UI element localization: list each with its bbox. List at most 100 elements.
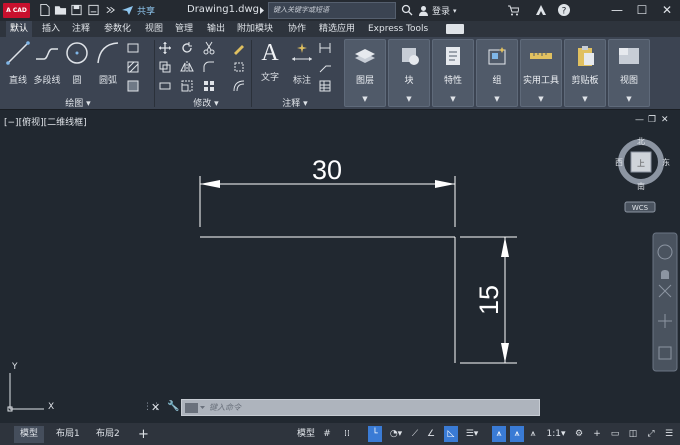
annotation-scale-icon[interactable]: ⩚ <box>526 426 540 442</box>
rotate-icon[interactable] <box>180 41 194 55</box>
layers-panel[interactable]: 图层 ▼ <box>344 39 386 107</box>
linear-dimension-icon[interactable] <box>318 41 332 55</box>
object-snap-icon[interactable]: ◺ <box>444 426 458 442</box>
minimize-button[interactable]: — <box>607 1 627 20</box>
properties-panel[interactable]: 特性 ▼ <box>432 39 474 107</box>
clipboard-panel[interactable]: 剪贴板 ▼ <box>564 39 606 107</box>
drawing-canvas[interactable]: [−][俯视][二维线框] — ❐ ✕ 30 15 Y X 上 北 南 西 东 … <box>0 111 680 423</box>
utilities-panel[interactable]: 实用工具 ▼ <box>520 39 562 107</box>
more-icon[interactable] <box>104 3 117 17</box>
pan-icon[interactable] <box>661 270 669 279</box>
move-icon[interactable] <box>158 41 172 55</box>
autodesk-icon[interactable] <box>535 4 547 16</box>
tab-parametric[interactable]: 参数化 <box>100 21 135 37</box>
add-layout-button[interactable]: + <box>132 426 155 443</box>
modify-panel-title[interactable]: 修改 ▾ <box>176 96 236 109</box>
tab-manage[interactable]: 管理 <box>171 21 197 37</box>
gradient-icon[interactable] <box>126 79 140 93</box>
object-snap-tracking-icon[interactable]: ∠ <box>424 426 438 442</box>
annotation-visibility-icon[interactable]: ⩚ <box>492 426 506 442</box>
leader-icon[interactable] <box>318 60 332 74</box>
settings-gear-icon[interactable]: ⚙ <box>572 426 586 442</box>
viewcube-east[interactable]: 东 <box>662 157 670 167</box>
login-button[interactable]: 登录 ▾ <box>418 0 457 21</box>
auto-scale-icon[interactable]: ⩚ <box>510 426 524 442</box>
close-button[interactable]: ✕ <box>657 1 677 20</box>
tab-home[interactable]: 默认 <box>6 21 33 37</box>
fullscreen-icon[interactable]: ⤢ <box>644 426 658 442</box>
cart-icon[interactable] <box>507 5 519 16</box>
tab-layout1[interactable]: 布局1 <box>50 426 86 443</box>
fillet-icon[interactable] <box>202 60 216 74</box>
customize-command-icon[interactable]: 🔧 <box>167 401 179 412</box>
groups-panel[interactable]: 组 ▼ <box>476 39 518 107</box>
tab-addins[interactable]: 附加模块 <box>233 21 277 37</box>
scale-selector[interactable]: 1:1▾ <box>544 426 568 442</box>
circle-button[interactable]: 圆 <box>63 39 91 86</box>
command-line-handle[interactable]: ⋮⋮ ✕ 🔧 <box>143 400 179 416</box>
trim-icon[interactable] <box>202 41 216 55</box>
hatch-icon[interactable] <box>126 60 140 74</box>
tab-output[interactable]: 输出 <box>203 21 229 37</box>
open-folder-icon[interactable] <box>54 3 67 17</box>
search-icon[interactable] <box>401 4 413 16</box>
new-file-icon[interactable] <box>38 3 51 17</box>
array-icon[interactable] <box>202 79 216 93</box>
tab-model[interactable]: 模型 <box>14 426 45 443</box>
tab-featured-apps[interactable]: 精选应用 <box>315 21 359 37</box>
polar-tracking-icon[interactable]: ◔▾ <box>386 426 406 442</box>
view-panel[interactable]: 视图 ▼ <box>608 39 650 107</box>
ortho-icon[interactable]: └ <box>368 426 382 442</box>
polyline-button[interactable]: 多段线 <box>32 39 62 86</box>
explode-icon[interactable] <box>232 60 246 74</box>
model-space-button[interactable]: 模型 <box>294 426 318 442</box>
search-input[interactable]: 键入关键字或短语 <box>268 2 396 19</box>
tab-insert[interactable]: 插入 <box>38 21 64 37</box>
mirror-icon[interactable] <box>180 60 194 74</box>
table-icon[interactable] <box>318 79 332 93</box>
save-icon[interactable] <box>70 3 83 17</box>
draw-panel-title[interactable]: 绘图 ▾ <box>48 96 108 109</box>
block-panel[interactable]: 块 ▼ <box>388 39 430 107</box>
close-command-icon[interactable]: ✕ <box>151 401 160 414</box>
maximize-button[interactable]: ☐ <box>632 1 652 20</box>
offset-icon[interactable] <box>232 79 246 93</box>
command-input[interactable]: 键入命令 <box>181 399 540 416</box>
arc-button[interactable]: 圆弧 <box>93 39 123 86</box>
stretch-icon[interactable] <box>158 79 172 93</box>
horizontal-dim-text[interactable]: 30 <box>312 155 342 185</box>
isodraft-icon[interactable]: ⟋ <box>408 426 422 442</box>
tab-view[interactable]: 视图 <box>141 21 167 37</box>
monitor-icon[interactable]: ▭ <box>608 426 622 442</box>
viewcube-north[interactable]: 北 <box>637 137 645 146</box>
save-as-icon[interactable] <box>87 3 100 17</box>
isolate-objects-icon[interactable]: ◫ <box>626 426 640 442</box>
chevron-right-icon[interactable] <box>259 6 265 15</box>
share-button[interactable]: 共享 <box>121 0 155 21</box>
command-history-icon[interactable] <box>185 403 205 413</box>
annotation-panel-title[interactable]: 注释 ▾ <box>265 96 325 109</box>
erase-icon[interactable] <box>232 41 246 55</box>
help-icon[interactable]: ? <box>557 3 571 17</box>
viewcube-top[interactable]: 上 <box>637 159 645 168</box>
tab-layout2[interactable]: 布局2 <box>90 426 126 443</box>
plus-icon[interactable]: + <box>590 426 604 442</box>
tab-annotate[interactable]: 注释 <box>68 21 94 37</box>
app-logo[interactable]: A CAD <box>3 3 30 18</box>
viewcube[interactable]: 上 北 南 西 东 <box>615 137 670 191</box>
text-button[interactable]: A 文字 <box>256 39 284 83</box>
snap-mode-icon[interactable]: ⁞⁞ <box>338 426 356 442</box>
viewcube-south[interactable]: 南 <box>637 181 645 191</box>
tab-collaborate[interactable]: 协作 <box>284 21 310 37</box>
copy-icon[interactable] <box>158 60 172 74</box>
viewcube-west[interactable]: 西 <box>615 158 623 167</box>
grid-icon[interactable]: # <box>320 426 334 442</box>
lineweight-icon[interactable]: ☰▾ <box>462 426 482 442</box>
line-button[interactable]: 直线 <box>3 39 33 86</box>
dimension-button[interactable]: 标注 <box>288 39 316 86</box>
scale-icon[interactable] <box>180 79 194 93</box>
ribbon-toggle-button[interactable] <box>446 24 464 34</box>
vertical-dim-text[interactable]: 15 <box>474 285 504 315</box>
customize-menu-icon[interactable]: ☰ <box>662 426 676 442</box>
rectangle-icon[interactable] <box>126 41 140 55</box>
